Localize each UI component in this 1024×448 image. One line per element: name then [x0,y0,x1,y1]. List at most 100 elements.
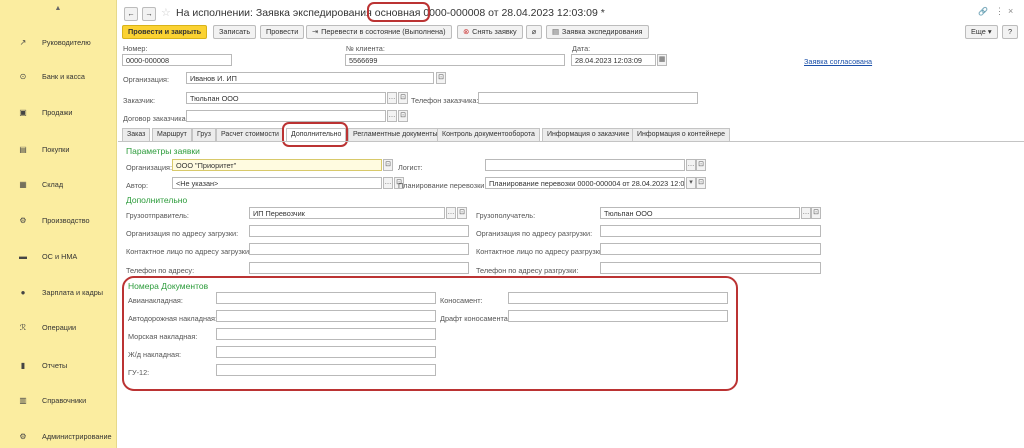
load-contact-label: Контактное лицо по адресу загрузки: [126,247,252,256]
rail-field[interactable] [216,346,436,358]
shipper-field[interactable]: ИП Перевозчик [249,207,445,219]
tab-container-info[interactable]: Информация о контейнере [632,128,731,141]
params-org-field[interactable]: ООО "Приоритет" [172,159,382,171]
sidebar-item-6[interactable]: ▬ ОС и НМА [0,246,117,266]
customer-field[interactable]: Тюльпан ООО [186,92,386,104]
tab-regulations[interactable]: Регламентные документы [348,128,443,141]
collapse-sidebar-icon[interactable]: ▲ [0,0,116,16]
logist-select-icon[interactable]: … [686,159,696,171]
sidebar-item-5[interactable]: ⚙ Производство [0,210,117,230]
planning-field[interactable]: Планирование перевозки 0000-000004 от 28… [485,177,685,189]
logist-label: Логист: [398,163,423,172]
road-field[interactable] [216,310,436,322]
unload-contact-field[interactable] [600,243,821,255]
planning-label: Планирование перевозки: [398,181,487,190]
post-button[interactable]: Провести [260,25,305,39]
shipper-select-icon[interactable]: … [446,207,456,219]
params-org-open-icon[interactable]: ⊡ [383,159,393,171]
number-label: Номер: [123,44,148,53]
unload-phone-label: Телефон по адресу разгрузки: [476,266,579,275]
close-icon[interactable]: × [1008,6,1013,16]
author-field[interactable]: <Не указан> [172,177,382,189]
contract-open-icon[interactable]: ⊡ [398,110,408,122]
save-button[interactable]: Записать [213,25,257,39]
sidebar-item-2[interactable]: ▣ Продажи [0,102,117,122]
unload-org-field[interactable] [600,225,821,237]
extra-title: Дополнительно [126,195,188,205]
tab-doc-control[interactable]: Контроль документооборота [437,128,540,141]
sidebar-item-4[interactable]: ▦ Склад [0,174,117,194]
sidebar-item-10[interactable]: ▥ Справочники [0,390,117,410]
customer-select-icon[interactable]: … [387,92,397,104]
request-print-button[interactable]: ▤ Заявка экспедирования [546,25,649,39]
back-button[interactable]: ← [124,7,138,21]
planning-open-icon[interactable]: ⊡ [696,177,706,189]
tab-route[interactable]: Маршрут [152,128,192,141]
contract-label: Договор заказчика: [123,114,188,123]
bill-field[interactable] [508,292,728,304]
unload-phone-field[interactable] [600,262,821,274]
phone-label: Телефон заказчика: [411,96,479,105]
consignee-field[interactable]: Тюльпан ООО [600,207,800,219]
help-button[interactable]: ? [1002,25,1018,39]
sea-field[interactable] [216,328,436,340]
sidebar-item-11[interactable]: ⚙ Администрирование [0,426,117,446]
phone-field[interactable] [478,92,698,104]
author-select-icon[interactable]: … [383,177,393,189]
more-button[interactable]: Еще ▾ [965,25,998,39]
load-org-field[interactable] [249,225,469,237]
shipper-open-icon[interactable]: ⊡ [457,207,467,219]
cancel-icon: ⊗ [463,27,470,36]
tab-customer-info[interactable]: Информация о заказчике [542,128,635,141]
trend-icon: ↗ [19,37,27,47]
tab-cost[interactable]: Расчет стоимости [216,128,284,141]
consignee-open-icon[interactable]: ⊡ [811,207,821,219]
sidebar-item-7[interactable]: ● Зарплата и кадры [0,282,117,302]
consignee-select-icon[interactable]: … [801,207,811,219]
client-no-field[interactable]: 5566699 [345,54,565,66]
approved-link[interactable]: Заявка согласована [804,57,872,66]
sidebar-item-label: Склад [42,179,64,189]
customer-open-icon[interactable]: ⊡ [398,92,408,104]
to-state-button[interactable]: ⇥ Перевести в состояние (Выполнена) [306,25,452,39]
sidebar-item-8[interactable]: ℛ Операции [0,317,117,337]
forward-button[interactable]: → [142,7,156,21]
logist-field[interactable] [485,159,685,171]
post-close-button[interactable]: Провести и закрыть [122,25,208,39]
org-open-icon[interactable]: ⊡ [436,72,446,84]
sidebar-item-0[interactable]: ↗ Руководителю [0,32,117,52]
logist-open-icon[interactable]: ⊡ [696,159,706,171]
attach-button[interactable]: ⌀ [526,25,542,39]
params-org-label: Организация: [126,163,173,172]
more-vert-icon[interactable]: ⋮ [995,6,1004,17]
title-suffix: 0000-000008 от 28.04.2023 12:03:09 * [420,7,605,19]
sidebar-item-1[interactable]: ⊙ Банк и касса [0,66,117,86]
contract-select-icon[interactable]: … [387,110,397,122]
sidebar-item-label: Производство [42,215,90,225]
favorite-star-icon[interactable]: ☆ [161,6,171,19]
remove-request-button[interactable]: ⊗ Снять заявку [457,25,523,39]
tab-order[interactable]: Заказ [122,128,151,141]
contract-field[interactable] [186,110,386,122]
gu-field[interactable] [216,364,436,376]
calendar-icon[interactable]: ▦ [657,54,667,66]
sidebar: ▲ ↗ Руководителю ⊙ Банк и касса ▣ Продажи ▤ Пок… [0,0,117,448]
load-phone-field[interactable] [249,262,469,274]
draft-field[interactable] [508,310,728,322]
link-icon[interactable]: 🔗 [978,7,988,16]
sidebar-item-label: Операции [42,322,77,332]
number-field[interactable]: 0000-000008 [122,54,232,66]
planning-dropdown-icon[interactable]: ▾ [686,177,696,189]
sidebar-item-3[interactable]: ▤ Покупки [0,139,117,159]
sidebar-item-label: ОС и НМА [42,251,78,261]
org-field[interactable]: Иванов И. ИП [186,72,434,84]
tab-cargo[interactable]: Груз [192,128,216,141]
bank-icon: ⊙ [19,71,27,81]
highlight-tab-box [282,122,348,147]
date-field[interactable]: 28.04.2023 12:03:09 [571,54,656,66]
request-label: Заявка экспедирования [561,27,643,36]
awb-field[interactable] [216,292,436,304]
sidebar-item-9[interactable]: ▮ Отчеты [0,355,117,375]
org-label: Организация: [123,75,170,84]
load-contact-field[interactable] [249,243,469,255]
